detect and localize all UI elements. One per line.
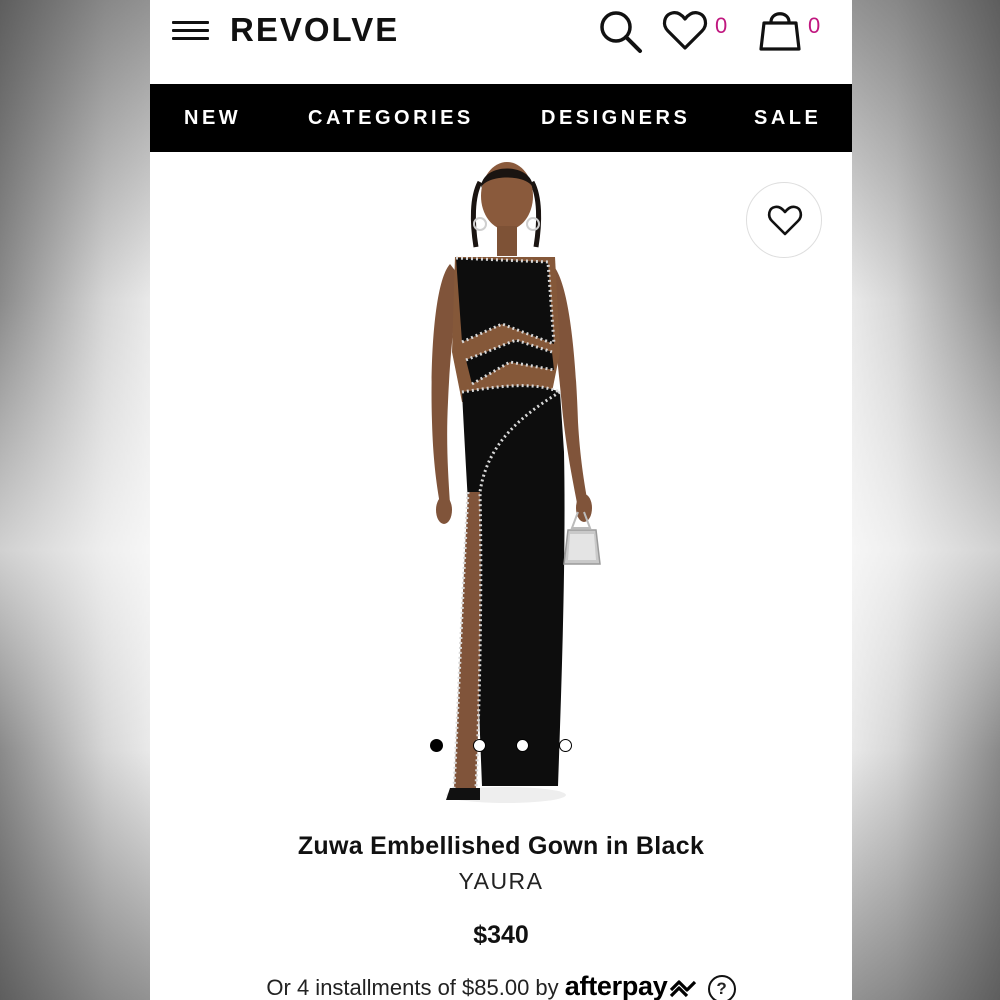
afterpay-installments: Or 4 installments of $85.00 by afterpay … bbox=[150, 970, 852, 1000]
product-price: $340 bbox=[473, 921, 529, 949]
nav-item-new[interactable]: NEW bbox=[184, 106, 241, 130]
afterpay-logo: afterpay bbox=[564, 971, 668, 1000]
background-left bbox=[0, 0, 150, 1000]
add-to-wishlist-button[interactable] bbox=[746, 182, 822, 258]
gallery-dot-3[interactable] bbox=[516, 739, 529, 752]
menu-button[interactable] bbox=[172, 19, 210, 43]
product-brand-link[interactable]: YAURA bbox=[150, 867, 852, 895]
hamburger-icon-line bbox=[172, 21, 209, 24]
installments-text: Or 4 installments of $85.00 by bbox=[266, 975, 559, 1000]
wishlist-button[interactable] bbox=[660, 6, 710, 61]
wishlist-count: 0 bbox=[715, 13, 728, 38]
hamburger-icon-line bbox=[172, 37, 209, 40]
gallery-dot-2[interactable] bbox=[473, 739, 486, 752]
gallery-dot-1[interactable] bbox=[430, 739, 443, 752]
gallery-dot-4[interactable] bbox=[559, 739, 572, 752]
nav-item-designers[interactable]: DESIGNERS bbox=[541, 106, 690, 130]
hamburger-icon-line bbox=[172, 29, 209, 32]
mobile-page: REVOLVE 0 0 NEW CATEGORIES DESIGNERS SAL… bbox=[150, 0, 852, 1000]
background-right bbox=[852, 0, 1000, 1000]
search-button[interactable] bbox=[596, 6, 646, 61]
gallery-pagination bbox=[430, 739, 572, 753]
bag-button[interactable] bbox=[755, 6, 805, 61]
heart-icon bbox=[662, 11, 708, 50]
category-nav: NEW CATEGORIES DESIGNERS SALE bbox=[150, 84, 852, 152]
afterpay-info-icon[interactable]: ? bbox=[707, 975, 736, 1000]
bag-count: 0 bbox=[808, 13, 821, 38]
afterpay-arrows-icon bbox=[670, 980, 697, 998]
product-image[interactable] bbox=[150, 152, 852, 817]
nav-item-sale[interactable]: SALE bbox=[754, 106, 821, 130]
site-header: REVOLVE 0 0 bbox=[150, 0, 852, 84]
heart-icon bbox=[767, 205, 803, 236]
bag-icon bbox=[759, 12, 801, 51]
product-title: Zuwa Embellished Gown in Black bbox=[297, 832, 705, 860]
nav-item-categories[interactable]: CATEGORIES bbox=[308, 106, 474, 130]
site-logo[interactable]: REVOLVE bbox=[230, 10, 399, 50]
search-icon bbox=[600, 11, 642, 53]
